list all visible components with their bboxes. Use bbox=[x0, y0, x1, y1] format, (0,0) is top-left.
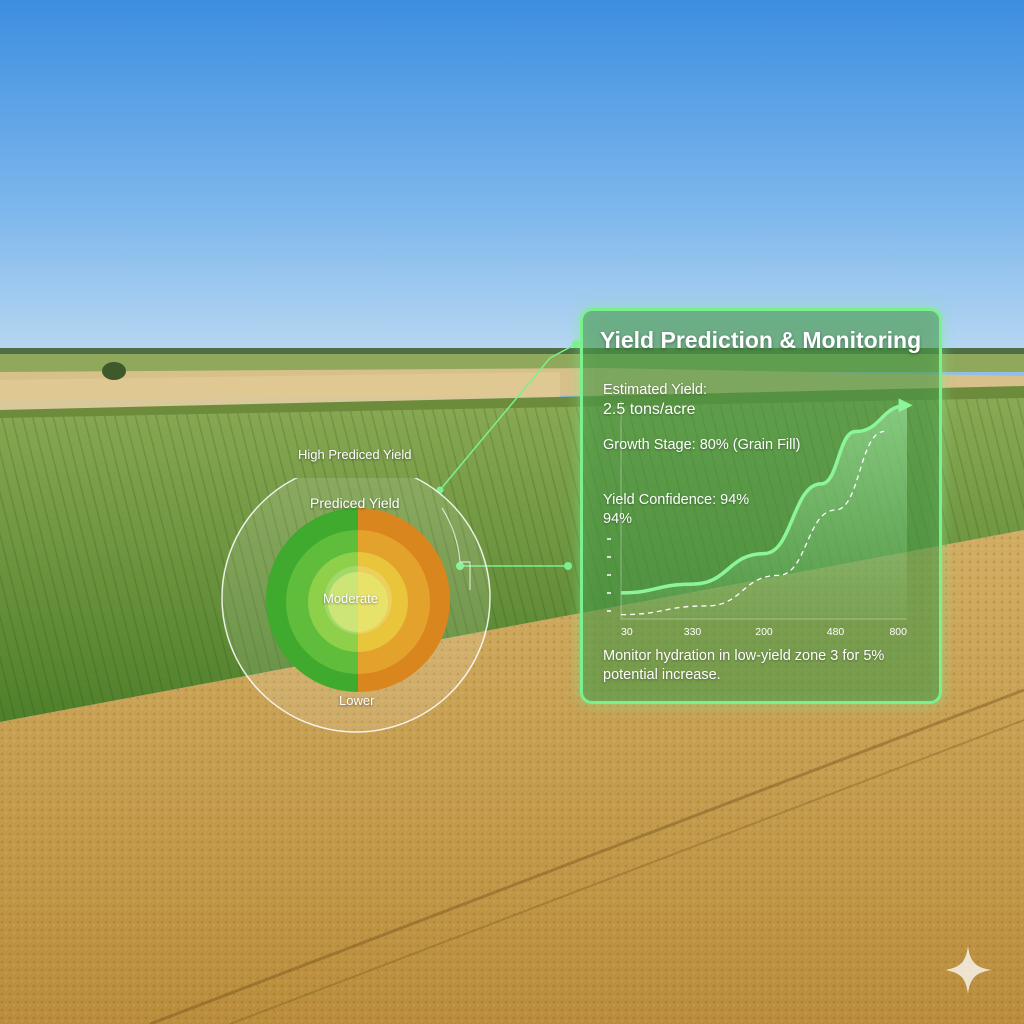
sparkle-icon bbox=[944, 946, 992, 994]
recommendation-note: Monitor hydration in low-yield zone 3 fo… bbox=[603, 648, 885, 683]
panel-title: Yield Prediction & Monitoring bbox=[600, 327, 922, 353]
gauge-label-moderate: Moderate bbox=[323, 591, 378, 606]
gauge-label-lower: Lower bbox=[339, 693, 375, 708]
yield-zone-gauge: High Prediced Yield Prediced Yield Moder… bbox=[218, 447, 498, 738]
gauge-label-predicted: Prediced Yield bbox=[310, 495, 400, 511]
x-tick-label: 480 bbox=[827, 626, 845, 638]
yield-prediction-panel: Yield Prediction & Monitoring Estimated … bbox=[580, 308, 942, 704]
x-tick-label: 330 bbox=[684, 626, 702, 638]
x-tick-label: 200 bbox=[755, 626, 773, 638]
x-tick-label: 800 bbox=[889, 626, 907, 638]
yield-trend-chart: 30 330 200 480 800 bbox=[607, 398, 913, 638]
gauge-label-high: High Prediced Yield bbox=[298, 447, 412, 462]
x-tick-label: 30 bbox=[621, 626, 633, 638]
